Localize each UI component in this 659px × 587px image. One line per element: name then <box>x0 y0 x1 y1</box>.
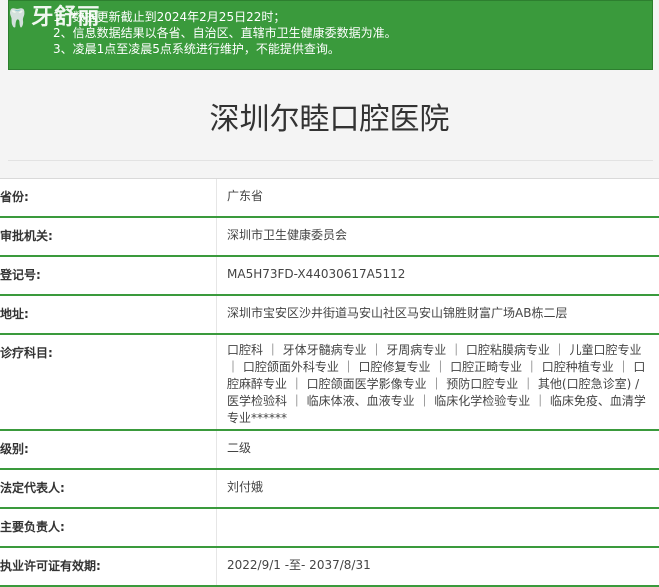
detail-row-approval-authority: 审批机关: 深圳市卫生健康委员会 <box>0 218 659 257</box>
detail-value: 深圳市宝安区沙井街道马安山社区马安山锦胜财富广场AB栋二层 <box>227 306 568 320</box>
detail-row-province: 省份: 广东省 <box>0 179 659 218</box>
detail-value: 深圳市卫生健康委员会 <box>227 228 348 242</box>
detail-label: 主要负责人: <box>0 509 217 546</box>
detail-label: 审批机关: <box>0 218 217 255</box>
detail-value <box>217 509 659 546</box>
page-title: 深圳尔睦口腔医院 <box>209 102 450 137</box>
detail-label: 诊疗科目: <box>0 335 217 429</box>
detail-value: MA5H73FD-X44030617A5112 <box>227 267 406 281</box>
detail-row-address: 地址: 深圳市宝安区沙井街道马安山社区马安山锦胜财富广场AB栋二层 <box>0 296 659 335</box>
detail-label: 省份: <box>0 179 217 216</box>
detail-label: 级别: <box>0 431 217 468</box>
detail-label: 登记号: <box>0 257 217 294</box>
title-divider <box>8 160 653 161</box>
brand-logo-text: 牙舒丽 <box>31 4 101 30</box>
detail-value: 刘付娥 <box>227 480 264 494</box>
notice-line-2: 2、信息数据结果以各省、自治区、直辖市卫生健康委数据为准。 <box>53 26 397 40</box>
detail-row-registration-no: 登记号: MA5H73FD-X44030617A5112 <box>0 257 659 296</box>
tooth-icon: 🦷 <box>6 8 30 29</box>
detail-row-principal: 主要负责人: <box>0 509 659 548</box>
detail-label: 法定代表人: <box>0 470 217 507</box>
detail-value: 广东省 <box>227 189 264 203</box>
detail-label: 执业许可证有效期: <box>0 548 217 585</box>
detail-row-license-validity: 执业许可证有效期: 2022/9/1 -至- 2037/8/31 <box>0 548 659 587</box>
detail-value: 口腔科 ｜ 牙体牙髓病专业 ｜ 牙周病专业 ｜ 口腔粘膜病专业 ｜ 儿童口腔专业… <box>227 343 646 425</box>
detail-value: 二级 <box>227 441 252 455</box>
detail-value: 2022/9/1 -至- 2037/8/31 <box>227 558 371 572</box>
detail-row-legal-representative: 法定代表人: 刘付娥 <box>0 470 659 509</box>
brand-logo[interactable]: 🦷牙舒丽 <box>6 2 126 32</box>
detail-label: 地址: <box>0 296 217 333</box>
notice-line-1: 1、数据更新截止到2024年2月25日22时； <box>53 10 286 24</box>
detail-row-departments: 诊疗科目: 口腔科 ｜ 牙体牙髓病专业 ｜ 牙周病专业 ｜ 口腔粘膜病专业 ｜ … <box>0 335 659 431</box>
detail-row-level: 级别: 二级 <box>0 431 659 470</box>
details-table: 省份: 广东省 审批机关: 深圳市卫生健康委员会 登记号: MA5H73FD-X… <box>0 178 659 587</box>
notice-line-3: 3、凌晨1点至凌晨5点系统进行维护，不能提供查询。 <box>53 42 340 56</box>
